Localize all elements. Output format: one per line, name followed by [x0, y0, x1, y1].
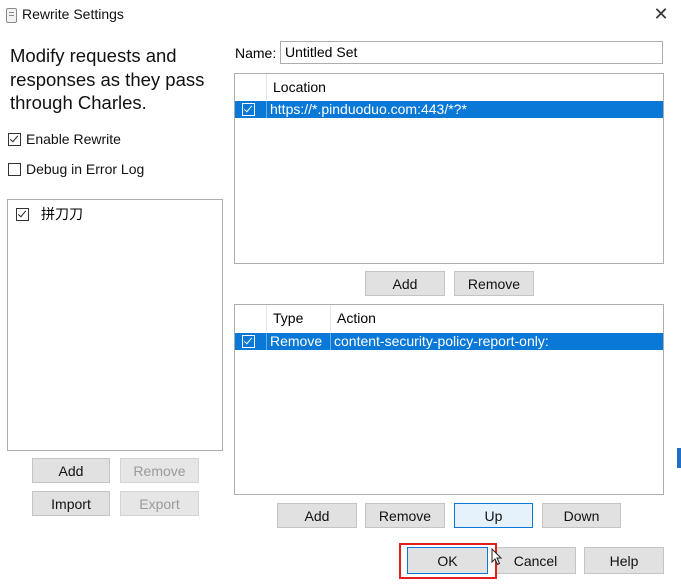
import-button[interactable]: Import — [32, 491, 110, 516]
description-text: Modify requests and responses as they pa… — [10, 45, 205, 113]
rules-table[interactable]: Type Action Remove content-security-poli… — [234, 304, 664, 495]
locations-table[interactable]: Location https://*.pinduoduo.com:443/*?* — [234, 73, 664, 264]
debug-error-log-label: Debug in Error Log — [26, 161, 145, 177]
down-rule-button[interactable]: Down — [542, 503, 621, 528]
table-row[interactable]: https://*.pinduoduo.com:443/*?* — [235, 101, 663, 118]
mouse-pointer-icon — [491, 548, 503, 566]
set-name: 拼刀刀 — [41, 206, 83, 222]
location-enabled-checkbox[interactable] — [241, 103, 255, 116]
rule-type-cell[interactable]: Remove — [267, 333, 331, 350]
add-set-button[interactable]: Add — [32, 458, 110, 483]
checkbox-column-header[interactable] — [235, 305, 267, 331]
add-location-button[interactable]: Add — [365, 271, 445, 296]
enable-rewrite-checkbox[interactable]: Enable Rewrite — [8, 131, 121, 147]
close-button[interactable]: ✕ — [649, 3, 673, 25]
help-button[interactable]: Help — [584, 547, 664, 574]
title-bar: Rewrite Settings ✕ — [0, 0, 681, 30]
locations-table-header: Location — [235, 74, 663, 100]
rewrite-settings-dialog: Rewrite Settings ✕ Modify requests and r… — [0, 0, 681, 585]
rule-enabled-checkbox[interactable] — [241, 335, 255, 348]
enable-rewrite-label: Enable Rewrite — [26, 131, 121, 147]
document-icon — [6, 8, 17, 23]
checkbox-checked-icon[interactable] — [8, 132, 21, 146]
debug-error-log-checkbox[interactable]: Debug in Error Log — [8, 161, 144, 177]
rewrite-sets-list[interactable]: 拼刀刀 — [7, 199, 223, 451]
window-title: Rewrite Settings — [22, 6, 124, 22]
name-input[interactable]: Untitled Set — [280, 41, 663, 64]
rules-table-header: Type Action — [235, 305, 663, 331]
set-enabled-checkbox[interactable] — [16, 207, 29, 221]
up-rule-button[interactable]: Up — [454, 503, 533, 528]
checkbox-unchecked-icon[interactable] — [8, 162, 21, 176]
location-cell[interactable]: https://*.pinduoduo.com:443/*?* — [267, 101, 663, 118]
cancel-button[interactable]: Cancel — [495, 547, 576, 574]
location-column-header[interactable]: Location — [267, 74, 663, 100]
rule-enabled-cell[interactable] — [235, 333, 267, 350]
ok-highlight-box — [399, 543, 497, 579]
checkbox-column-header[interactable] — [235, 74, 267, 100]
export-button[interactable]: Export — [120, 491, 199, 516]
list-item[interactable]: 拼刀刀 — [16, 204, 83, 224]
rule-action-cell[interactable]: content-security-policy-report-only: — [331, 333, 663, 350]
remove-rule-button[interactable]: Remove — [365, 503, 445, 528]
remove-set-button[interactable]: Remove — [120, 458, 199, 483]
action-column-header[interactable]: Action — [331, 305, 663, 331]
type-column-header[interactable]: Type — [267, 305, 331, 331]
add-rule-button[interactable]: Add — [277, 503, 357, 528]
table-row[interactable]: Remove content-security-policy-report-on… — [235, 333, 663, 350]
window-edge-accent — [677, 448, 681, 468]
remove-location-button[interactable]: Remove — [454, 271, 534, 296]
location-enabled-cell[interactable] — [235, 101, 267, 118]
name-label: Name: — [235, 45, 277, 61]
